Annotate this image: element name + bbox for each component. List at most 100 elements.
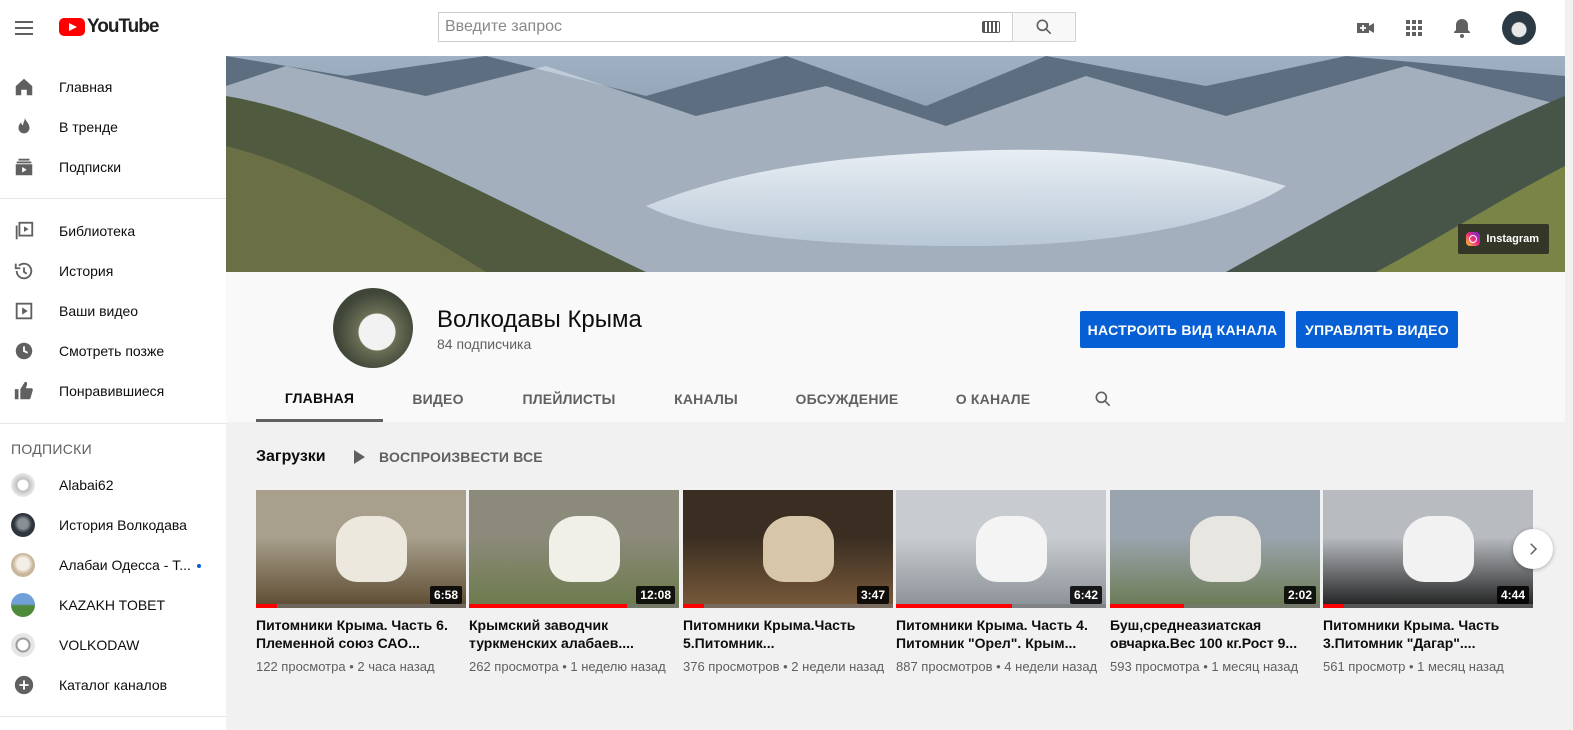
instagram-icon — [1466, 232, 1481, 246]
banner-mountain-image — [226, 56, 1565, 272]
sidebar-item-label: Понравившиеся — [59, 383, 165, 399]
channel-avatar — [11, 553, 35, 577]
subscription-item[interactable]: VOLKODAW — [0, 625, 226, 665]
thumbnail-subject — [975, 515, 1048, 583]
subscription-label-text: Алабаи Одесса - Т... — [59, 557, 191, 573]
account-avatar[interactable] — [1502, 11, 1536, 45]
video-duration: 6:42 — [1069, 586, 1102, 604]
sidebar-divider — [0, 198, 226, 199]
tab-videos[interactable]: ВИДЕО — [383, 376, 493, 422]
sidebar-item-your-videos[interactable]: Ваши видео — [0, 291, 226, 331]
manage-videos-button[interactable]: УПРАВЛЯТЬ ВИДЕО — [1296, 311, 1458, 348]
channel-search-icon[interactable] — [1091, 376, 1115, 422]
tab-about[interactable]: О КАНАЛЕ — [927, 376, 1059, 422]
play-all-label: ВОСПРОИЗВЕСТИ ВСЕ — [379, 449, 543, 465]
sidebar-item-library[interactable]: Библиотека — [0, 211, 226, 251]
thumbnail-subject — [335, 515, 408, 583]
subscriber-count: 84 подписчика — [437, 336, 532, 352]
video-card[interactable]: 6:58 Питомники Крыма. Часть 6. Племенной … — [256, 490, 466, 676]
page-scrollbar[interactable] — [1565, 0, 1573, 730]
play-icon — [354, 450, 365, 464]
video-duration: 3:47 — [856, 586, 889, 604]
sidebar-item-liked[interactable]: Понравившиеся — [0, 371, 226, 411]
tab-channels[interactable]: КАНАЛЫ — [645, 376, 767, 422]
masthead: YouTube Введите запрос — [0, 0, 1573, 56]
video-title[interactable]: Буш,среднеазиатская овчарка.Вес 100 кг.Р… — [1110, 616, 1320, 652]
video-thumbnail[interactable]: 4:44 — [1323, 490, 1533, 608]
video-title[interactable]: Питомники Крыма. Часть 6. Племенной союз… — [256, 616, 466, 652]
tab-playlists[interactable]: ПЛЕЙЛИСТЫ — [493, 376, 645, 422]
sidebar-item-label: История — [59, 263, 114, 279]
instagram-link-label: Instagram — [1486, 233, 1539, 245]
search-button[interactable] — [1012, 12, 1076, 42]
sidebar-item-trending[interactable]: В тренде — [0, 107, 226, 147]
channel-header: Волкодавы Крыма 84 подписчика НАСТРОИТЬ … — [226, 272, 1565, 422]
your-videos-icon — [12, 299, 36, 323]
subscription-item[interactable]: История Волкодава — [0, 505, 226, 545]
chevron-right-icon — [1530, 543, 1538, 555]
notifications-bell-icon[interactable] — [1450, 16, 1474, 40]
video-card[interactable]: 12:08 Крымский заводчик туркменских алаба… — [469, 490, 679, 676]
customize-channel-button[interactable]: НАСТРОИТЬ ВИД КАНАЛА — [1080, 311, 1285, 348]
sidebar-divider — [0, 716, 226, 717]
thumbnail-subject — [1189, 515, 1262, 583]
tab-home[interactable]: ГЛАВНАЯ — [256, 376, 383, 422]
tab-discussion[interactable]: ОБСУЖДЕНИЕ — [767, 376, 927, 422]
video-card[interactable]: 3:47 Питомники Крыма.Часть 5.Питомник... 3… — [683, 490, 893, 676]
sidebar-item-watch-later[interactable]: Смотреть позже — [0, 331, 226, 371]
search-box[interactable]: Введите запрос — [438, 12, 1012, 42]
video-card[interactable]: 4:44 Питомники Крыма. Часть 3.Питомник "Д… — [1323, 490, 1533, 676]
channel-avatar — [11, 633, 35, 657]
watch-progress-track — [1323, 604, 1533, 608]
video-thumbnail[interactable]: 6:42 — [896, 490, 1106, 608]
video-meta: 122 просмотра • 2 часа назад — [256, 658, 466, 676]
sidebar-item-browse-channels[interactable]: Каталог каналов — [0, 665, 226, 705]
play-all-button[interactable]: ВОСПРОИЗВЕСТИ ВСЕ — [354, 449, 543, 465]
channel-name: Волкодавы Крыма — [437, 306, 642, 333]
sidebar-item-label: В тренде — [59, 119, 118, 135]
shelf-title[interactable]: Загрузки — [256, 448, 326, 466]
subscription-item[interactable]: Алабаи Одесса - Т... — [0, 545, 226, 585]
subscription-item[interactable]: Alabai62 — [0, 465, 226, 505]
sidebar-divider — [0, 423, 226, 424]
video-title[interactable]: Крымский заводчик туркменских алабаев...… — [469, 616, 679, 652]
menu-icon[interactable] — [12, 16, 36, 40]
video-thumbnail[interactable]: 6:58 — [256, 490, 466, 608]
video-duration: 2:02 — [1283, 586, 1316, 604]
video-thumbnail[interactable]: 2:02 — [1110, 490, 1320, 608]
sidebar-item-subscriptions[interactable]: Подписки — [0, 147, 226, 187]
video-title[interactable]: Питомники Крыма. Часть 3.Питомник "Дагар… — [1323, 616, 1533, 652]
subscription-label: История Волкодава — [59, 517, 187, 533]
youtube-logo[interactable]: YouTube — [59, 16, 159, 38]
video-duration: 4:44 — [1496, 586, 1529, 604]
subscription-label: Алабаи Одесса - Т... — [59, 557, 201, 573]
shelf-next-button[interactable] — [1513, 529, 1553, 569]
watch-progress-bar — [1323, 604, 1344, 608]
keyboard-icon[interactable] — [982, 21, 1000, 33]
channel-banner: Instagram — [226, 56, 1565, 272]
video-thumbnail[interactable]: 12:08 — [469, 490, 679, 608]
channel-avatar — [11, 513, 35, 537]
instagram-link[interactable]: Instagram — [1458, 224, 1549, 254]
meta-separator: • — [992, 659, 1005, 674]
thumbnail-subject — [548, 515, 621, 583]
channel-avatar-large[interactable] — [333, 288, 413, 368]
sidebar-item-history[interactable]: История — [0, 251, 226, 291]
video-title[interactable]: Питомники Крыма.Часть 5.Питомник... — [683, 616, 893, 652]
video-card[interactable]: 2:02 Буш,среднеазиатская овчарка.Вес 100 … — [1110, 490, 1320, 676]
apps-icon[interactable] — [1402, 16, 1426, 40]
video-views: 593 просмотра — [1110, 659, 1200, 674]
sidebar-item-home[interactable]: Главная — [0, 67, 226, 107]
video-thumbnail[interactable]: 3:47 — [683, 490, 893, 608]
sidebar-item-label: Главная — [59, 79, 113, 95]
video-views: 122 просмотра — [256, 659, 346, 674]
video-title[interactable]: Питомники Крыма. Часть 4. Питомник "Орел… — [896, 616, 1106, 652]
create-video-icon[interactable] — [1354, 16, 1378, 40]
history-icon — [12, 259, 36, 283]
video-card[interactable]: 6:42 Питомники Крыма. Часть 4. Питомник "… — [896, 490, 1106, 676]
watch-progress-bar — [683, 604, 704, 608]
home-icon — [12, 75, 36, 99]
video-meta: 262 просмотра • 1 неделю назад — [469, 658, 679, 676]
search-input[interactable]: Введите запрос — [439, 18, 982, 36]
subscription-item[interactable]: KAZAKH TOBET — [0, 585, 226, 625]
